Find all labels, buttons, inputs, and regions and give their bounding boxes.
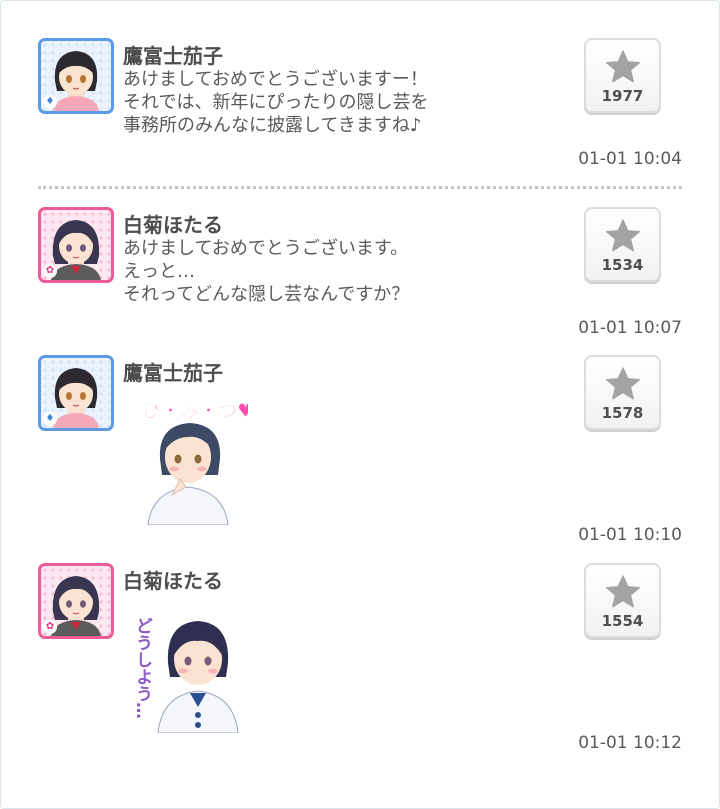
message-line: あけましておめでとうございます。 — [123, 238, 409, 259]
flower-icon: ✿ — [43, 620, 57, 634]
message-line: 事務所のみんなに披露してきますね♪ — [123, 115, 422, 136]
avatar[interactable]: ♦ — [38, 355, 114, 431]
author-name: 鷹富士茄子 — [123, 361, 223, 385]
diamond-icon: ♦ — [43, 412, 57, 426]
message-line: あけましておめでとうございますー！ — [123, 69, 428, 90]
author-name: 鷹富士茄子 — [123, 44, 223, 68]
star-icon — [606, 50, 640, 83]
divider — [38, 186, 682, 189]
star-icon — [606, 219, 640, 252]
star-icon — [606, 367, 640, 400]
star-count: 1977 — [601, 87, 644, 105]
avatar[interactable]: ♦ — [38, 38, 114, 114]
sticker-text: どうしよう… — [132, 617, 152, 719]
timestamp: 01-01 10:12 — [578, 733, 682, 753]
timestamp: 01-01 10:10 — [578, 525, 682, 545]
avatar[interactable]: ✿ — [38, 563, 114, 639]
sticker-image: ひ・み・つ♥ — [128, 395, 254, 526]
timestamp: 01-01 10:04 — [578, 149, 682, 169]
star-button[interactable]: 1578 — [584, 355, 661, 430]
author-name: 白菊ほたる — [123, 213, 223, 237]
star-button[interactable]: 1534 — [584, 207, 661, 282]
sticker-image: どうしよう… — [128, 603, 248, 734]
star-button[interactable]: 1977 — [584, 38, 661, 113]
message-line: それってどんな隠し芸なんですか？ — [123, 284, 410, 305]
flower-icon: ✿ — [43, 264, 57, 278]
author-name: 白菊ほたる — [123, 569, 223, 593]
sticker-text: ひ・み・つ♥ — [142, 400, 248, 422]
message-text: あけましておめでとうございますー！ それでは、新年にぴったりの隠し芸を 事務所の… — [123, 68, 563, 137]
star-button[interactable]: 1554 — [584, 563, 661, 638]
diamond-icon: ♦ — [43, 95, 57, 109]
avatar[interactable]: ✿ — [38, 207, 114, 283]
message-line: それでは、新年にぴったりの隠し芸を — [123, 92, 429, 113]
star-count: 1554 — [601, 612, 644, 630]
message-text: あけましておめでとうございます。 えっと… それってどんな隠し芸なんですか？ — [123, 237, 563, 306]
timestamp: 01-01 10:07 — [578, 318, 682, 338]
message-line: えっと… — [123, 261, 195, 282]
star-count: 1534 — [601, 256, 644, 274]
star-count: 1578 — [601, 404, 644, 422]
star-icon — [606, 575, 640, 608]
